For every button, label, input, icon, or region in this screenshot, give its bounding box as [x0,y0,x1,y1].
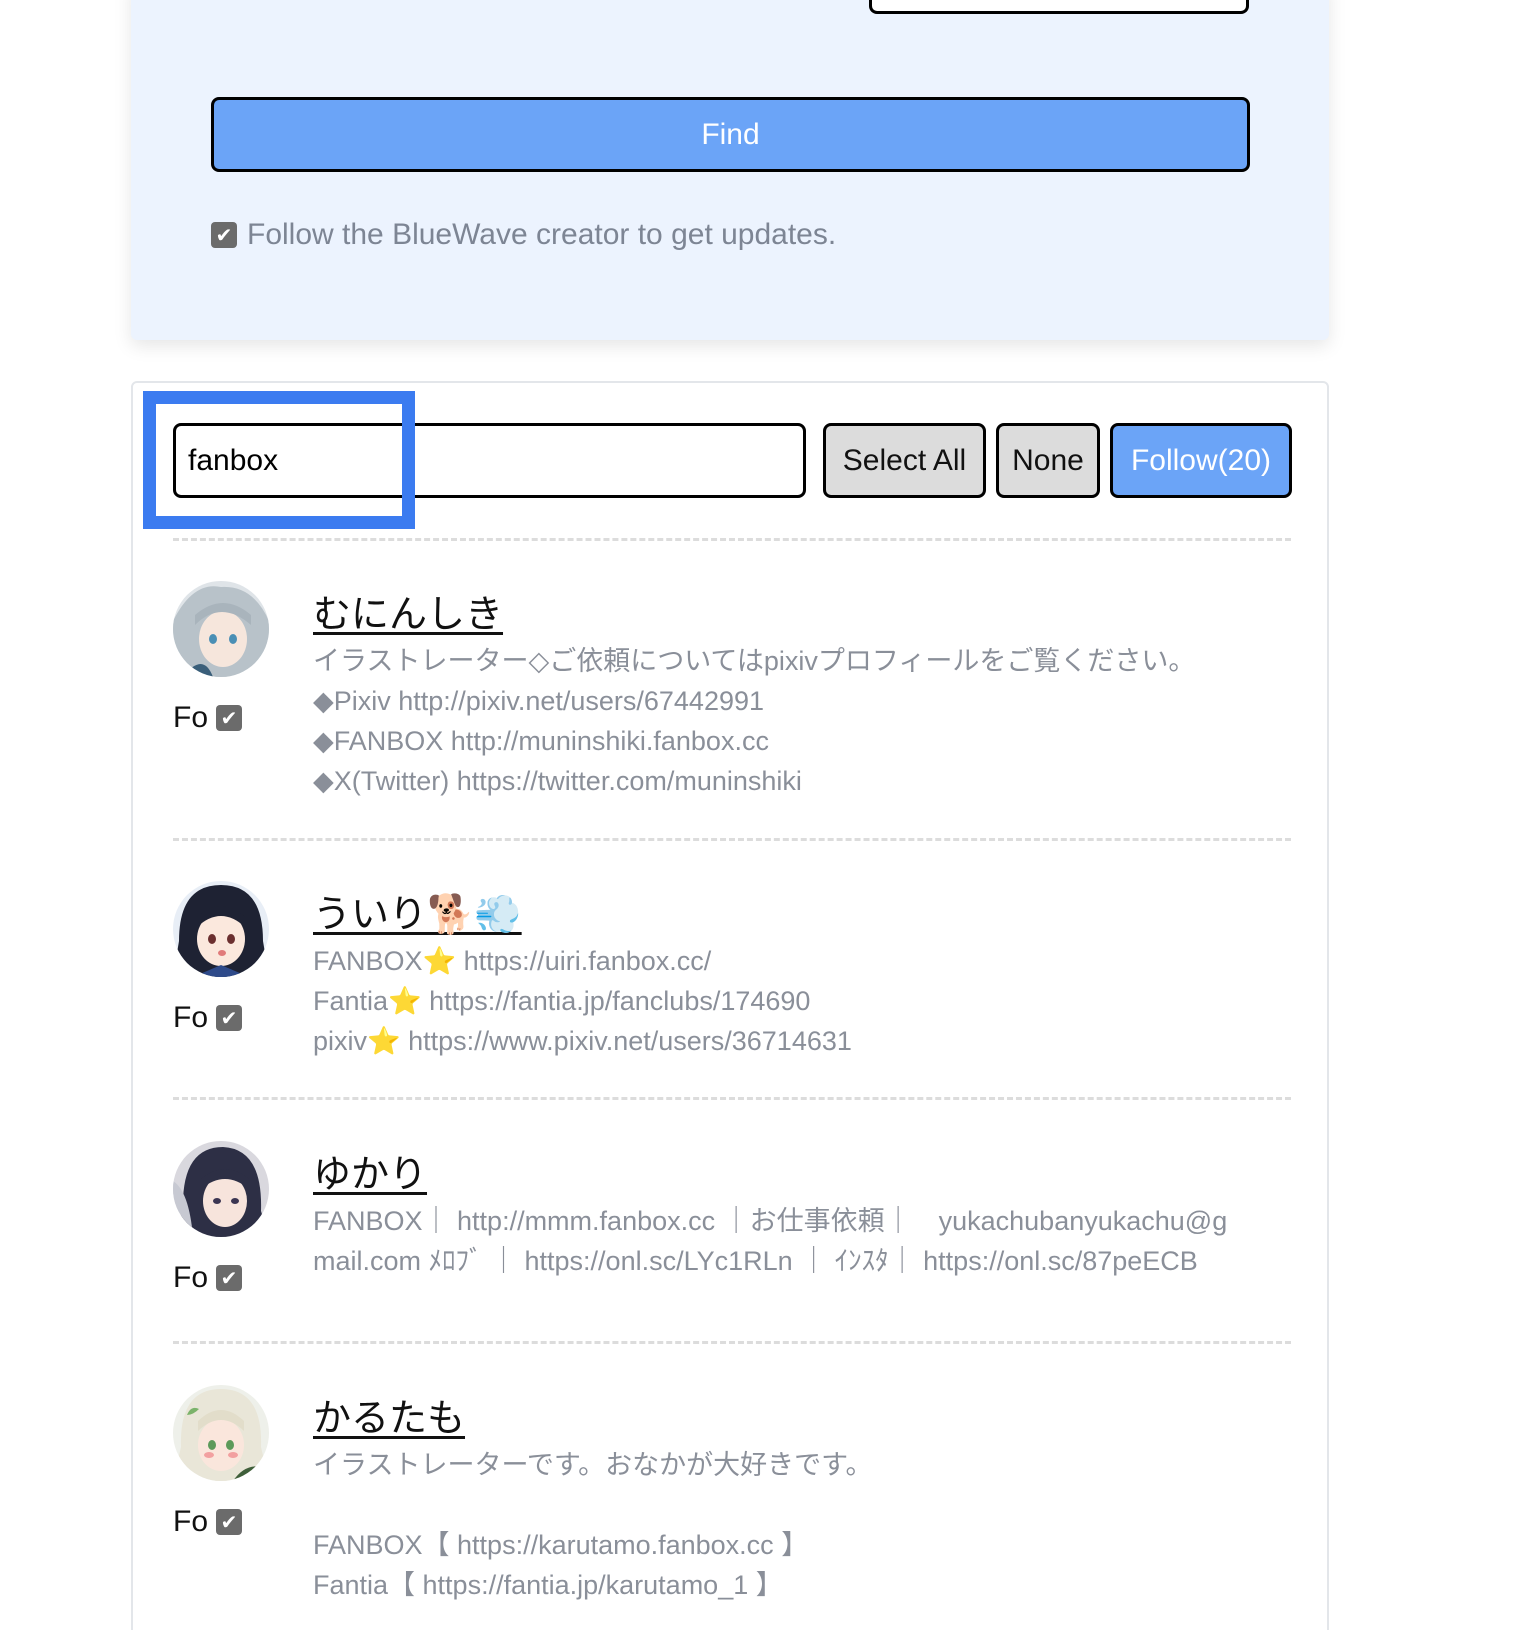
creator-name-link[interactable]: ういり🐕💨 [313,883,522,938]
follow-label: Fo [173,701,209,734]
follow-toggle[interactable]: Fo ✔ [173,1505,243,1539]
creator-name-link[interactable]: ゆかり [313,1143,427,1198]
follow-label: Fo [173,1261,209,1294]
follow-label: Fo [173,1001,209,1034]
select-none-button[interactable]: None [996,423,1100,498]
find-button[interactable]: Find [211,97,1250,172]
follow-toggle[interactable]: Fo ✔ [173,701,243,735]
description-line: FANBOX【 https://karutamo.fanbox.cc 】 [313,1530,809,1560]
creator-name-link[interactable]: むにんしき [313,583,503,638]
search-card: Find ✔ Follow the BlueWave creator to ge… [131,0,1329,340]
divider [173,1341,1291,1344]
creator-description: FANBOX｜ http://mmm.fanbox.cc ｜お仕事依頼｜ yuk… [313,1201,1273,1281]
avatar[interactable] [173,881,269,977]
divider [173,838,1291,841]
divider [173,1097,1291,1100]
filter-input[interactable] [173,423,806,498]
description-line: Fantia【 https://fantia.jp/karutamo_1 】 [313,1570,783,1600]
avatar[interactable] [173,1141,269,1237]
description-line: pixiv⭐ https://www.pixiv.net/users/36714… [313,1026,852,1056]
follow-creator-checkbox[interactable]: ✔ [211,222,237,248]
follow-label: Fo [173,1505,209,1538]
description-line: イラストレーター◇ご依頼についてはpixivプロフィールをご覧ください。 [313,646,1196,676]
follow-creator-option[interactable]: ✔ Follow the BlueWave creator to get upd… [211,218,836,252]
follow-checkbox[interactable]: ✔ [216,1005,243,1031]
page: Find ✔ Follow the BlueWave creator to ge… [0,0,1514,1630]
description-line: FANBOX⭐ https://uiri.fanbox.cc/ [313,946,712,976]
creator-description: イラストレーターです。おなかが大好きです。 FANBOX【 https://ka… [313,1445,1273,1605]
description-line: mail.com ﾒﾛﾌﾞ ｜ https://onl.sc/LYc1RLn ｜… [313,1246,1198,1276]
search-input[interactable] [869,0,1249,14]
creator-name-link[interactable]: かるたも [313,1387,465,1442]
follow-creator-label: Follow the BlueWave creator to get updat… [247,218,837,251]
follow-checkbox[interactable]: ✔ [216,705,243,731]
description-line: FANBOX｜ http://mmm.fanbox.cc ｜お仕事依頼｜ yuk… [313,1206,1228,1236]
results-panel: Select All None Follow(20) Fo ✔ [131,381,1329,1630]
description-line: ◆Pixiv http://pixiv.net/users/67442991 [313,686,765,716]
follow-checkbox[interactable]: ✔ [216,1509,243,1535]
creator-description: FANBOX⭐ https://uiri.fanbox.cc/ Fantia⭐ … [313,941,1273,1061]
divider [173,538,1291,541]
description-line: ◆X(Twitter) https://twitter.com/muninshi… [313,766,802,796]
description-line: ◆FANBOX http://muninshiki.fanbox.cc [313,726,769,756]
creator-description: イラストレーター◇ご依頼についてはpixivプロフィールをご覧ください。 ◆Pi… [313,641,1273,801]
follow-toggle[interactable]: Fo ✔ [173,1261,243,1295]
select-all-button[interactable]: Select All [823,423,986,498]
description-line: Fantia⭐ https://fantia.jp/fanclubs/17469… [313,986,811,1016]
avatar[interactable] [173,581,269,677]
avatar[interactable] [173,1385,269,1481]
follow-checkbox[interactable]: ✔ [216,1265,243,1291]
description-line: イラストレーターです。おなかが大好きです。 [313,1450,873,1480]
description-line [313,1485,1273,1525]
follow-toggle[interactable]: Fo ✔ [173,1001,243,1035]
follow-selected-button[interactable]: Follow(20) [1110,423,1292,498]
